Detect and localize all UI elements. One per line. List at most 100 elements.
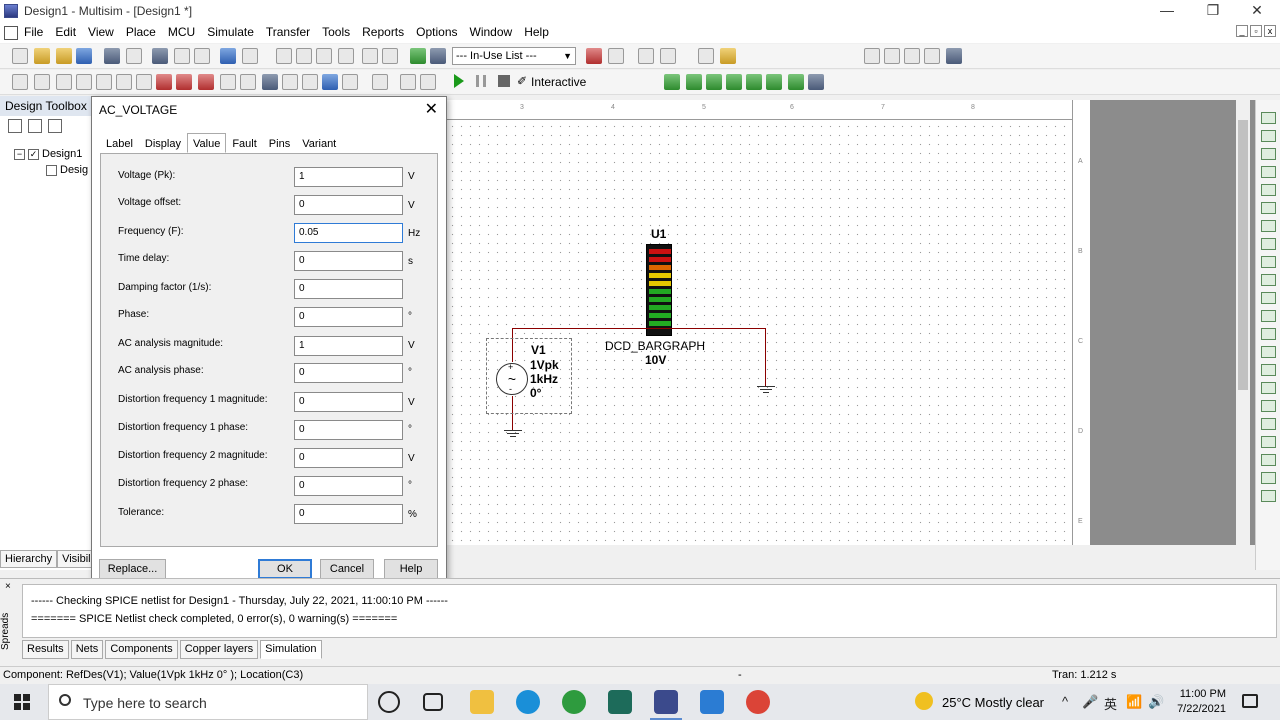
wifi-icon[interactable]: 📶 (1126, 694, 1142, 710)
place-basic-icon[interactable] (34, 74, 50, 90)
volume-icon[interactable]: 🔊 (1148, 694, 1164, 710)
distortion-f1-phase-input[interactable]: 0 (294, 420, 403, 440)
place-ni-icon[interactable] (322, 74, 338, 90)
four-channel-oscilloscope-icon[interactable] (1261, 184, 1276, 196)
measurement-probe-icon[interactable] (1261, 436, 1276, 448)
tab-label[interactable]: Label (100, 133, 139, 153)
network-analyzer-icon[interactable] (1261, 346, 1276, 358)
weather-moon-icon[interactable] (915, 692, 933, 710)
mdi-minimize-icon[interactable]: _ (1236, 25, 1248, 37)
spreadsheet-close-icon[interactable]: × (5, 581, 11, 592)
edge-icon[interactable] (516, 690, 540, 714)
print-preview-icon[interactable] (126, 48, 142, 64)
word-generator-icon[interactable] (1261, 238, 1276, 250)
save-design-icon[interactable] (48, 119, 62, 133)
forward-annotate-icon[interactable] (638, 48, 654, 64)
tab-variant[interactable]: Variant (296, 133, 342, 153)
place-wire-icon[interactable] (420, 74, 436, 90)
interactive-mode-label[interactable]: Interactive (531, 75, 586, 89)
minimize-button[interactable]: — (1144, 0, 1190, 22)
menu-place[interactable]: Place (120, 22, 162, 43)
u1-name[interactable]: DCD_BARGRAPH (605, 339, 705, 353)
parent-sheet-icon[interactable] (296, 48, 312, 64)
interactive-mode-icon[interactable]: ✐ (517, 74, 527, 88)
probe-gear-icon[interactable] (808, 74, 824, 90)
v1-refdes[interactable]: V1 (531, 343, 546, 357)
weather-text[interactable]: 25°C Mostly clear (942, 695, 1044, 710)
zoom-in-icon[interactable] (864, 48, 880, 64)
tab-pins[interactable]: Pins (263, 133, 296, 153)
open-sample-icon[interactable] (56, 48, 72, 64)
place-transistor-icon[interactable] (76, 74, 92, 90)
pause-simulation-icon[interactable] (476, 75, 486, 87)
transfer-icon[interactable] (660, 48, 676, 64)
place-rf-icon[interactable] (282, 74, 298, 90)
tab-simulation[interactable]: Simulation (260, 640, 322, 659)
logic-analyzer-icon[interactable] (1261, 274, 1276, 286)
ground-symbol-u1[interactable] (757, 386, 775, 387)
place-power-icon[interactable] (262, 74, 278, 90)
distortion-analyzer-icon[interactable] (1261, 310, 1276, 322)
dialog-close-icon[interactable]: ✕ (425, 99, 438, 119)
task-view-icon[interactable] (423, 693, 443, 711)
cancel-button[interactable]: Cancel (320, 559, 374, 579)
tree-item-design-sheet[interactable]: Desig (46, 164, 88, 176)
microphone-icon[interactable]: 🎤 (1082, 694, 1098, 710)
place-bus-icon[interactable] (400, 74, 416, 90)
place-diode-icon[interactable] (56, 74, 72, 90)
document-icon[interactable] (4, 25, 18, 40)
menu-help[interactable]: Help (518, 22, 555, 43)
save-icon[interactable] (76, 48, 92, 64)
ni-elvis-icon[interactable] (1261, 472, 1276, 484)
powerautomate-icon[interactable] (608, 690, 632, 714)
phase-input[interactable]: 0 (294, 307, 403, 327)
tab-components[interactable]: Components (105, 640, 178, 659)
u1-value[interactable]: 10V (645, 353, 666, 367)
menu-mcu[interactable]: MCU (162, 22, 201, 43)
zoom-out-icon[interactable] (884, 48, 900, 64)
v1-amplitude[interactable]: 1Vpk (530, 358, 559, 372)
scrollbar-thumb[interactable] (1238, 120, 1248, 390)
current-probe-icon[interactable] (1261, 490, 1276, 502)
v1-phase[interactable]: 0° (530, 386, 541, 400)
menu-view[interactable]: View (82, 22, 120, 43)
function-generator-icon[interactable] (1261, 130, 1276, 142)
tab-copper-layers[interactable]: Copper layers (179, 640, 259, 659)
logic-converter-icon[interactable] (1261, 256, 1276, 268)
cortana-icon[interactable] (378, 691, 400, 713)
upwork-icon[interactable] (562, 690, 586, 714)
windows-start-icon[interactable] (14, 694, 30, 710)
tree-item-design1[interactable]: − ✓ Design1 (14, 148, 82, 160)
spreadsheet-icon[interactable] (362, 48, 378, 64)
spectrum-analyzer-icon[interactable] (1261, 328, 1276, 340)
taskbar-clock[interactable]: 11:00 PM 7/22/2021 (1168, 687, 1226, 717)
time-delay-input[interactable]: 0 (294, 251, 403, 271)
u1-refdes[interactable]: U1 (651, 227, 666, 241)
redo-icon[interactable] (242, 48, 258, 64)
ok-button[interactable]: OK (258, 559, 312, 579)
new-file-icon[interactable] (12, 48, 28, 64)
place-mcu-icon[interactable] (156, 74, 172, 90)
replace-button[interactable]: Replace... (99, 559, 166, 579)
input-language-icon[interactable]: 英 (1104, 694, 1117, 713)
multisim-taskbar-icon[interactable] (650, 690, 682, 720)
full-screen-icon[interactable] (276, 48, 292, 64)
run-simulation-icon[interactable] (454, 74, 464, 88)
place-connector-icon[interactable] (342, 74, 358, 90)
agilent-generator-icon[interactable] (1261, 364, 1276, 376)
ac-magnitude-input[interactable]: 1 (294, 336, 403, 356)
ac-phase-input[interactable]: 0 (294, 363, 403, 383)
oscilloscope-icon[interactable] (1261, 166, 1276, 178)
back-annotate-icon[interactable] (608, 48, 624, 64)
place-misc-icon[interactable] (240, 74, 256, 90)
probe-voltage-icon[interactable] (664, 74, 680, 90)
tab-value[interactable]: Value (187, 133, 227, 153)
in-use-list-dropdown[interactable]: --- In-Use List --- ▼ (452, 47, 576, 65)
place-advanced-icon[interactable] (176, 74, 192, 90)
agilent-multimeter-icon[interactable] (1261, 382, 1276, 394)
tektronix-oscilloscope-icon[interactable] (1261, 418, 1276, 430)
place-electromechanical-icon[interactable] (302, 74, 318, 90)
bargraph-body[interactable] (646, 244, 672, 336)
erc-icon[interactable] (586, 48, 602, 64)
tab-hierarchy[interactable]: Hierarchy (0, 550, 58, 568)
